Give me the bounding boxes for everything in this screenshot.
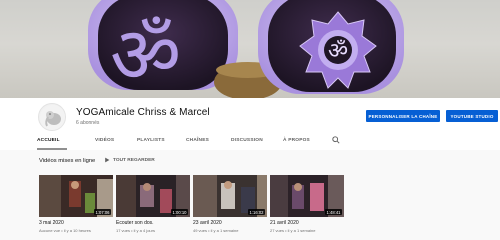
video-meta: 27 vues • il y a 1 semaine <box>270 228 316 233</box>
video-meta: 49 vues • il y a 1 semaine <box>193 228 239 233</box>
video-title[interactable]: Ecouter son dos. <box>116 220 190 226</box>
video-meta: 17 vues • il y a 4 jours <box>116 228 155 233</box>
tab-chaines[interactable]: CHAÎNES <box>186 138 209 143</box>
active-tab-indicator <box>37 148 67 150</box>
uploads-section-title: Vidéos mises en ligne <box>39 158 96 164</box>
video-thumbnail[interactable]: 1:00:10 <box>116 175 190 217</box>
elephant-logo-icon <box>40 105 65 130</box>
tab-playlists[interactable]: PLAYLISTS <box>137 138 165 143</box>
channel-tabs: ACCUEIL VIDÉOS PLAYLISTS CHAÎNES DISCUSS… <box>0 132 500 150</box>
youtube-studio-button[interactable]: YOUTUBE STUDIO <box>446 110 498 122</box>
video-card[interactable]: 1:48:41 21 avril 2020 27 vues • il y a 1… <box>270 175 344 233</box>
play-all-button[interactable]: TOUT REGARDER <box>104 157 155 163</box>
video-thumbnail[interactable]: 1:07:06 <box>39 175 113 217</box>
customize-channel-button[interactable]: PERSONNALISER LA CHAÎNE <box>366 110 440 122</box>
video-duration: 1:48:41 <box>325 209 342 215</box>
tab-discussion[interactable]: DISCUSSION <box>231 138 263 143</box>
tab-videos[interactable]: VIDÉOS <box>95 138 114 143</box>
video-title[interactable]: 21 avril 2020 <box>270 220 344 226</box>
video-meta: Aucune vue • il y a 10 heures <box>39 228 91 233</box>
video-thumbnail[interactable]: 1:48:41 <box>270 175 344 217</box>
channel-banner: ॐ ॐ <box>0 0 500 98</box>
video-card[interactable]: 1:07:06 3 mai 2020 Aucune vue • il y a 1… <box>39 175 113 233</box>
svg-text:ॐ: ॐ <box>110 11 181 98</box>
channel-name: YOGAmicale Chriss & Marcel <box>76 107 210 118</box>
video-card[interactable]: 1:00:10 Ecouter son dos. 17 vues • il y … <box>116 175 190 233</box>
search-icon[interactable] <box>332 136 340 144</box>
video-card[interactable]: 1:16:02 23 avril 2020 49 vues • il y a 1… <box>193 175 267 233</box>
video-title[interactable]: 3 mai 2020 <box>39 220 113 226</box>
play-icon <box>105 157 110 163</box>
video-thumbnail[interactable]: 1:16:02 <box>193 175 267 217</box>
video-duration: 1:07:06 <box>94 209 111 215</box>
youtube-channel-page: ॐ ॐ YOGAmicale Chriss & Marcel 6 abonnés… <box>0 0 500 240</box>
svg-text:ॐ: ॐ <box>328 39 348 64</box>
video-duration: 1:16:02 <box>248 209 265 215</box>
video-title[interactable]: 23 avril 2020 <box>193 220 267 226</box>
banner-artwork: ॐ ॐ <box>88 0 404 98</box>
tab-accueil[interactable]: ACCUEIL <box>37 138 60 143</box>
subscriber-count: 6 abonnés <box>76 120 100 126</box>
play-all-label: TOUT REGARDER <box>113 157 155 163</box>
tab-a-propos[interactable]: À PROPOS <box>283 138 310 143</box>
video-duration: 1:00:10 <box>171 209 188 215</box>
channel-avatar[interactable] <box>38 103 66 131</box>
